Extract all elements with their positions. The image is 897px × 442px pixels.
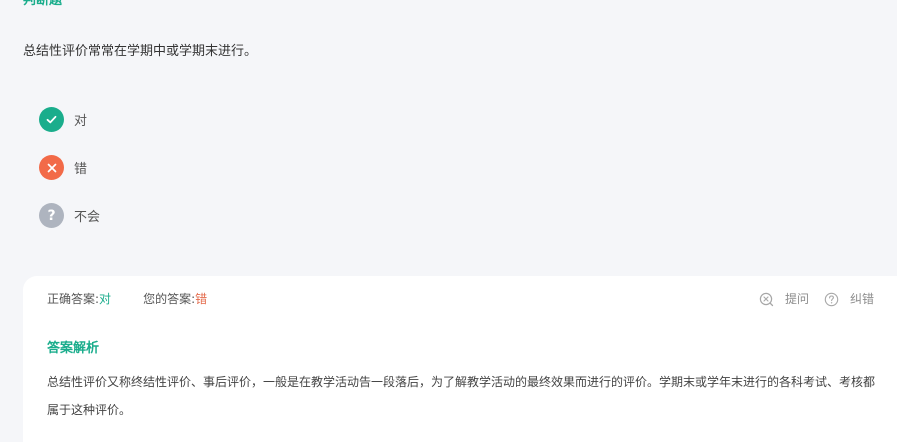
ask-question-label: 提问	[785, 292, 810, 306]
option-unknown-label: 不会	[74, 210, 101, 225]
ask-icon	[759, 292, 785, 307]
option-false[interactable]: 错	[39, 155, 87, 180]
answer-card: 正确答案: 对 您的答案: 错 提问 纠错 答案解析 总结性评价又称终结性评价、…	[23, 276, 897, 442]
answer-tools: 提问 纠错	[759, 291, 874, 307]
analysis-text: 总结性评价又称终结性评价、事后评价，一般是在教学活动告一段落后，为了解教学活动的…	[47, 375, 876, 417]
question-stem: 总结性评价常常在学期中或学期末进行。	[23, 44, 258, 59]
report-error-label: 纠错	[850, 292, 875, 306]
analysis-title: 答案解析	[47, 341, 100, 356]
cross-icon	[39, 155, 64, 180]
correct-answer-value: 对	[99, 292, 112, 306]
option-false-label: 错	[74, 162, 88, 177]
question-page: 判断题 总结性评价常常在学期中或学期末进行。 对 错 ? 不会 正确答案: 对 …	[0, 0, 897, 442]
question-type-label: 判断题	[23, 0, 63, 8]
check-icon	[39, 107, 64, 132]
ask-question-button[interactable]: 提问	[759, 291, 809, 307]
your-answer-label: 您的答案:	[143, 292, 196, 306]
question-icon: ?	[39, 203, 64, 228]
option-true-label: 对	[74, 114, 88, 129]
help-circle-icon	[824, 292, 850, 307]
correct-answer-label: 正确答案:	[47, 292, 100, 306]
option-unknown[interactable]: ? 不会	[39, 203, 100, 228]
option-true[interactable]: 对	[39, 107, 87, 132]
report-error-button[interactable]: 纠错	[824, 291, 874, 307]
your-answer-value: 错	[195, 292, 208, 306]
answer-summary: 正确答案: 对 您的答案: 错	[47, 291, 207, 307]
